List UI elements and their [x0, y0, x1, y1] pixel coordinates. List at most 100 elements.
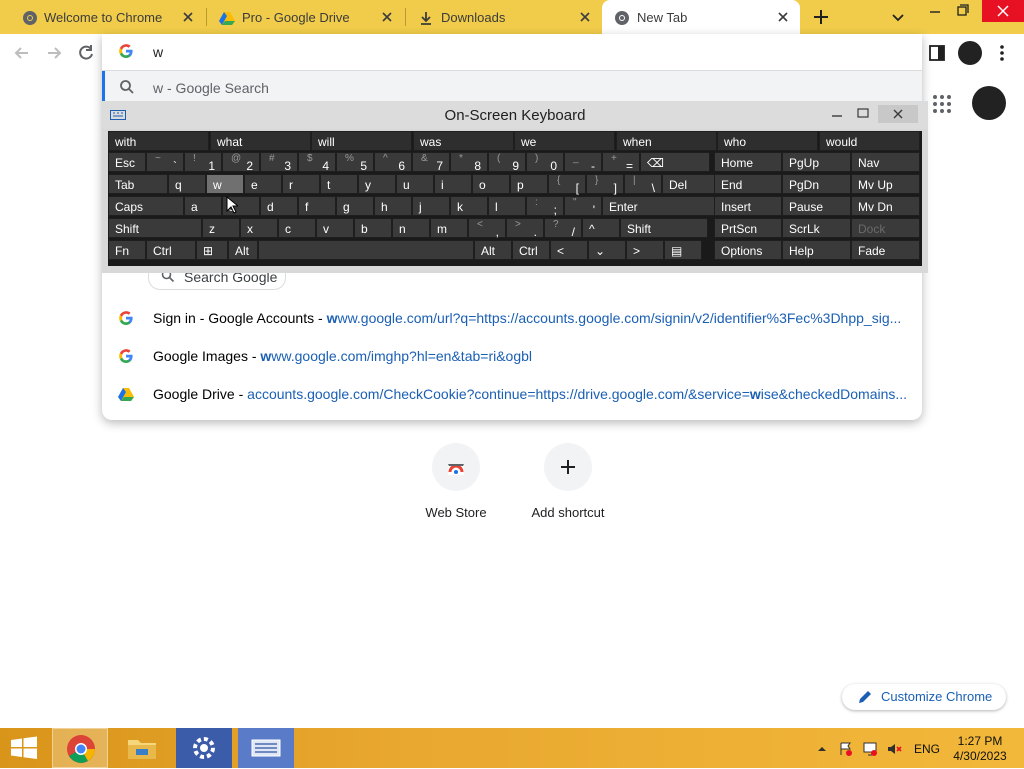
osk-key[interactable]: r — [282, 174, 320, 194]
windows-start-icon[interactable] — [0, 728, 48, 768]
osk-key[interactable]: Fade — [851, 240, 920, 260]
osk-key[interactable]: #3 — [260, 152, 298, 173]
osk-prediction[interactable]: what — [210, 131, 311, 151]
suggestion-search[interactable]: w - Google Search — [102, 71, 922, 103]
osk-key[interactable]: Tab — [108, 174, 168, 194]
close-tab-icon[interactable] — [578, 10, 592, 24]
customize-chrome-button[interactable]: Customize Chrome — [842, 684, 1006, 710]
osk-key[interactable]: {[ — [548, 174, 586, 195]
osk-key[interactable]: ▤ — [664, 240, 702, 260]
osk-key[interactable]: m — [430, 218, 468, 238]
osk-key[interactable] — [258, 240, 474, 260]
tab-welcome-to-chrome[interactable]: Welcome to Chrome — [0, 0, 205, 34]
shortcut-add[interactable]: Add shortcut — [512, 443, 624, 533]
osk-key[interactable]: PgDn — [782, 174, 851, 194]
osk-close-icon[interactable] — [878, 105, 918, 123]
osk-key[interactable]: ⊞ — [196, 240, 228, 260]
chevron-down-icon[interactable] — [890, 9, 906, 25]
osk-key[interactable]: Home — [714, 152, 782, 172]
osk-prediction[interactable]: who — [717, 131, 818, 151]
osk-key[interactable]: ⌫ — [640, 152, 710, 172]
osk-key[interactable]: | \ — [624, 174, 662, 195]
network-icon[interactable] — [862, 741, 878, 757]
osk-key[interactable]: y — [358, 174, 396, 194]
osk-key[interactable]: Ctrl — [146, 240, 196, 260]
osk-maximize-icon[interactable] — [852, 105, 874, 123]
osk-key[interactable]: Enter — [602, 196, 716, 216]
osk-key[interactable]: h — [374, 196, 412, 216]
file-explorer-icon[interactable] — [114, 728, 170, 768]
osk-key[interactable]: Del — [662, 174, 716, 194]
osk-key[interactable]: Shift — [108, 218, 202, 238]
osk-prediction[interactable]: will — [311, 131, 412, 151]
osk-key[interactable]: Alt — [228, 240, 258, 260]
new-tab-plus-icon[interactable] — [810, 6, 832, 28]
osk-key[interactable]: Alt — [474, 240, 512, 260]
apps-grid-icon[interactable] — [932, 94, 952, 114]
tab-downloads[interactable]: Downloads — [406, 0, 602, 34]
profile-avatar[interactable] — [958, 41, 982, 65]
osk-key[interactable]: j — [412, 196, 450, 216]
osk-key[interactable]: x — [240, 218, 278, 238]
osk-key[interactable]: @2 — [222, 152, 260, 173]
osk-key[interactable]: }] — [586, 174, 624, 195]
volume-muted-icon[interactable] — [886, 741, 902, 757]
osk-key[interactable]: a — [184, 196, 222, 216]
osk-key[interactable]: z — [202, 218, 240, 238]
side-panel-icon[interactable] — [928, 44, 948, 64]
osk-key[interactable]: ScrLk — [782, 218, 851, 238]
osk-key[interactable]: l — [488, 196, 526, 216]
osk-prediction[interactable]: was — [413, 131, 514, 151]
osk-key[interactable]: Fn — [108, 240, 146, 260]
close-tab-icon[interactable] — [181, 10, 195, 24]
osk-key[interactable]: > — [626, 240, 664, 260]
osk-key[interactable]: t — [320, 174, 358, 194]
osk-prediction[interactable]: we — [514, 131, 615, 151]
osk-key[interactable]: Ctrl — [512, 240, 550, 260]
osk-key[interactable]: Dock — [851, 218, 920, 238]
osk-key[interactable]: (9 — [488, 152, 526, 173]
osk-prediction[interactable]: would — [819, 131, 920, 151]
address-bar[interactable]: w — [102, 34, 922, 70]
osk-key[interactable]: % 5 — [336, 152, 374, 173]
osk-key[interactable]: ^ — [582, 218, 620, 238]
osk-key[interactable]: ~ ` — [146, 152, 184, 173]
osk-prediction[interactable]: with — [108, 131, 209, 151]
account-avatar[interactable] — [972, 86, 1006, 120]
osk-key[interactable]: Help — [782, 240, 851, 260]
osk-key[interactable]: u — [396, 174, 434, 194]
suggestion-row[interactable]: Sign in - Google Accounts - www.google.c… — [102, 300, 922, 336]
osk-key[interactable]: Caps — [108, 196, 184, 216]
osk-key[interactable]: $4 — [298, 152, 336, 173]
osk-key[interactable]: PrtScn — [714, 218, 782, 238]
osk-key[interactable]: o — [472, 174, 510, 194]
osk-key[interactable]: w — [206, 174, 244, 194]
osk-key[interactable]: >. — [506, 218, 544, 239]
osk-key[interactable]: Mv Dn — [851, 196, 920, 216]
osk-key[interactable]: ? / — [544, 218, 582, 239]
tab-google-drive[interactable]: Pro - Google Drive — [207, 0, 404, 34]
restore-icon[interactable] — [946, 0, 980, 24]
osk-key[interactable]: Shift — [620, 218, 708, 238]
osk-key[interactable]: q — [168, 174, 206, 194]
osk-key[interactable]: i — [434, 174, 472, 194]
osk-key[interactable]: + = — [602, 152, 640, 173]
osk-key[interactable]: Insert — [714, 196, 782, 216]
more-vert-icon[interactable] — [994, 43, 1014, 63]
osk-key[interactable]: g — [336, 196, 374, 216]
control-panel-icon[interactable] — [176, 728, 232, 768]
close-tab-icon[interactable] — [380, 10, 394, 24]
close-tab-icon[interactable] — [776, 10, 790, 24]
osk-key[interactable]: Pause — [782, 196, 851, 216]
action-center-icon[interactable] — [838, 741, 854, 757]
osk-key[interactable]: Esc — [108, 152, 146, 172]
osk-key[interactable]: e — [244, 174, 282, 194]
osk-key[interactable]: d — [260, 196, 298, 216]
suggestion-row[interactable]: Google Drive - accounts.google.com/Check… — [102, 376, 922, 412]
osk-key[interactable]: Nav — [851, 152, 920, 172]
reload-icon[interactable] — [76, 43, 96, 63]
osk-key[interactable]: PgUp — [782, 152, 851, 172]
input-language[interactable]: ENG — [914, 742, 940, 756]
system-clock[interactable]: 1:27 PM 4/30/2023 — [946, 734, 1014, 764]
tab-new-tab[interactable]: New Tab — [602, 0, 800, 34]
